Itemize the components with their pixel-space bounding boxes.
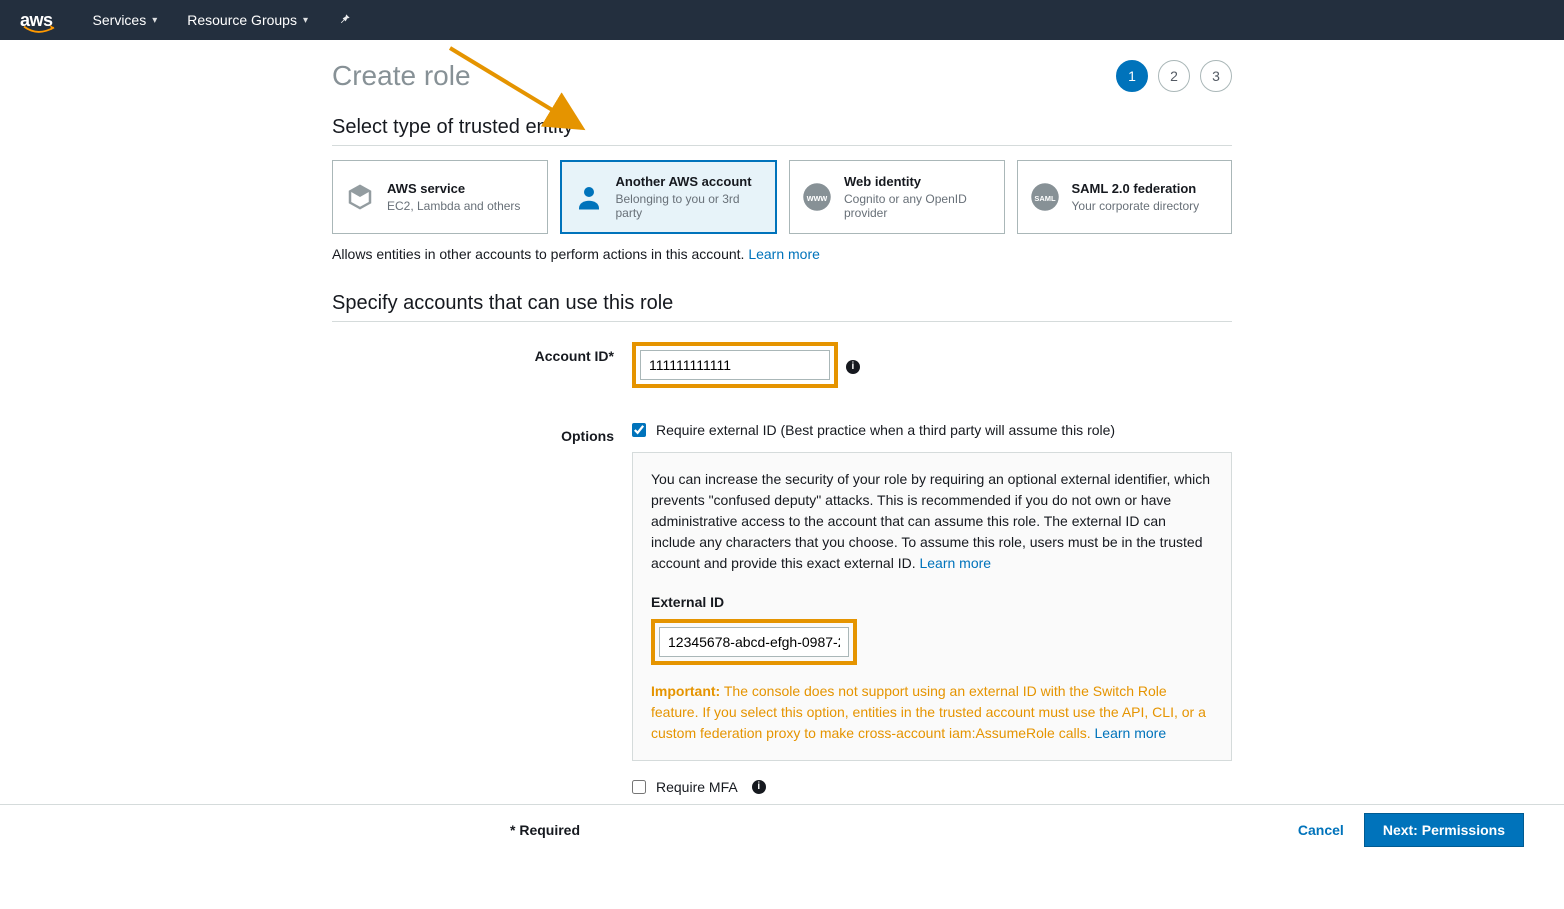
important-label: Important:: [651, 683, 720, 699]
cancel-button[interactable]: Cancel: [1298, 822, 1344, 838]
next-permissions-button[interactable]: Next: Permissions: [1364, 813, 1524, 847]
svg-text:www: www: [806, 193, 828, 203]
cube-icon: [343, 180, 377, 214]
card-web-identity[interactable]: www Web identity Cognito or any OpenID p…: [789, 160, 1005, 234]
important-learn-more-link[interactable]: Learn more: [1095, 725, 1167, 741]
entity-description: Allows entities in other accounts to per…: [332, 246, 1232, 262]
card-saml[interactable]: SAML SAML 2.0 federation Your corporate …: [1017, 160, 1233, 234]
panel-learn-more-link[interactable]: Learn more: [919, 555, 991, 571]
card-aws-service[interactable]: AWS service EC2, Lambda and others: [332, 160, 548, 234]
pin-icon[interactable]: [338, 12, 352, 29]
required-note: * Required: [510, 822, 580, 838]
info-icon[interactable]: i: [752, 780, 766, 794]
account-id-row: Account ID* i: [332, 342, 1232, 388]
options-row: Options Require external ID (Best practi…: [332, 422, 1232, 809]
require-external-id-line: Require external ID (Best practice when …: [632, 422, 1232, 438]
require-mfa-checkbox[interactable]: [632, 780, 646, 794]
svg-text:SAML: SAML: [1034, 194, 1056, 203]
require-external-id-label: Require external ID (Best practice when …: [656, 422, 1115, 438]
options-label: Options: [332, 422, 632, 444]
entity-cards: AWS service EC2, Lambda and others Anoth…: [332, 160, 1232, 234]
step-3[interactable]: 3: [1200, 60, 1232, 92]
require-external-id-checkbox[interactable]: [632, 423, 646, 437]
page-content: Create role 1 2 3 Select type of trusted…: [332, 40, 1232, 909]
account-id-highlight: [632, 342, 838, 388]
heading-row: Create role 1 2 3: [332, 60, 1232, 92]
external-id-highlight: [651, 619, 857, 665]
card-title: AWS service: [387, 181, 520, 197]
top-nav: aws Services ▾ Resource Groups ▾: [0, 0, 1564, 40]
wizard-steps: 1 2 3: [1116, 60, 1232, 92]
section-trusted-entity-title: Select type of trusted entity: [332, 116, 1232, 146]
www-icon: www: [800, 180, 834, 214]
external-id-panel: You can increase the security of your ro…: [632, 452, 1232, 761]
chevron-down-icon: ▾: [303, 15, 308, 26]
card-title: Another AWS account: [616, 174, 766, 190]
nav-services[interactable]: Services ▾: [93, 12, 158, 28]
require-mfa-line: Require MFA i: [632, 779, 1232, 795]
step-1[interactable]: 1: [1116, 60, 1148, 92]
nav-resource-groups[interactable]: Resource Groups ▾: [187, 12, 308, 28]
user-icon: [572, 180, 606, 214]
card-sub: Your corporate directory: [1072, 199, 1200, 213]
card-sub: Cognito or any OpenID provider: [844, 192, 994, 221]
external-id-label: External ID: [651, 592, 1213, 613]
card-title: SAML 2.0 federation: [1072, 181, 1200, 197]
nav-resource-groups-label: Resource Groups: [187, 12, 297, 28]
card-title: Web identity: [844, 174, 994, 190]
important-note: Important: The console does not support …: [651, 681, 1213, 744]
page-title: Create role: [332, 60, 471, 92]
section-accounts-title: Specify accounts that can use this role: [332, 292, 1232, 322]
entity-description-text: Allows entities in other accounts to per…: [332, 246, 744, 262]
info-icon[interactable]: i: [846, 360, 860, 374]
learn-more-link[interactable]: Learn more: [748, 246, 820, 262]
aws-logo[interactable]: aws: [20, 10, 53, 31]
aws-swoosh-icon: [22, 25, 56, 35]
card-sub: Belonging to you or 3rd party: [616, 192, 766, 221]
nav-services-label: Services: [93, 12, 147, 28]
card-sub: EC2, Lambda and others: [387, 199, 520, 213]
external-id-input[interactable]: [659, 627, 849, 657]
chevron-down-icon: ▾: [152, 15, 157, 26]
card-another-account[interactable]: Another AWS account Belonging to you or …: [560, 160, 778, 234]
saml-icon: SAML: [1028, 180, 1062, 214]
account-id-label: Account ID*: [332, 342, 632, 364]
require-mfa-label: Require MFA: [656, 779, 738, 795]
step-2[interactable]: 2: [1158, 60, 1190, 92]
footer-bar: * Required Cancel Next: Permissions: [0, 804, 1564, 854]
account-id-input[interactable]: [640, 350, 830, 380]
